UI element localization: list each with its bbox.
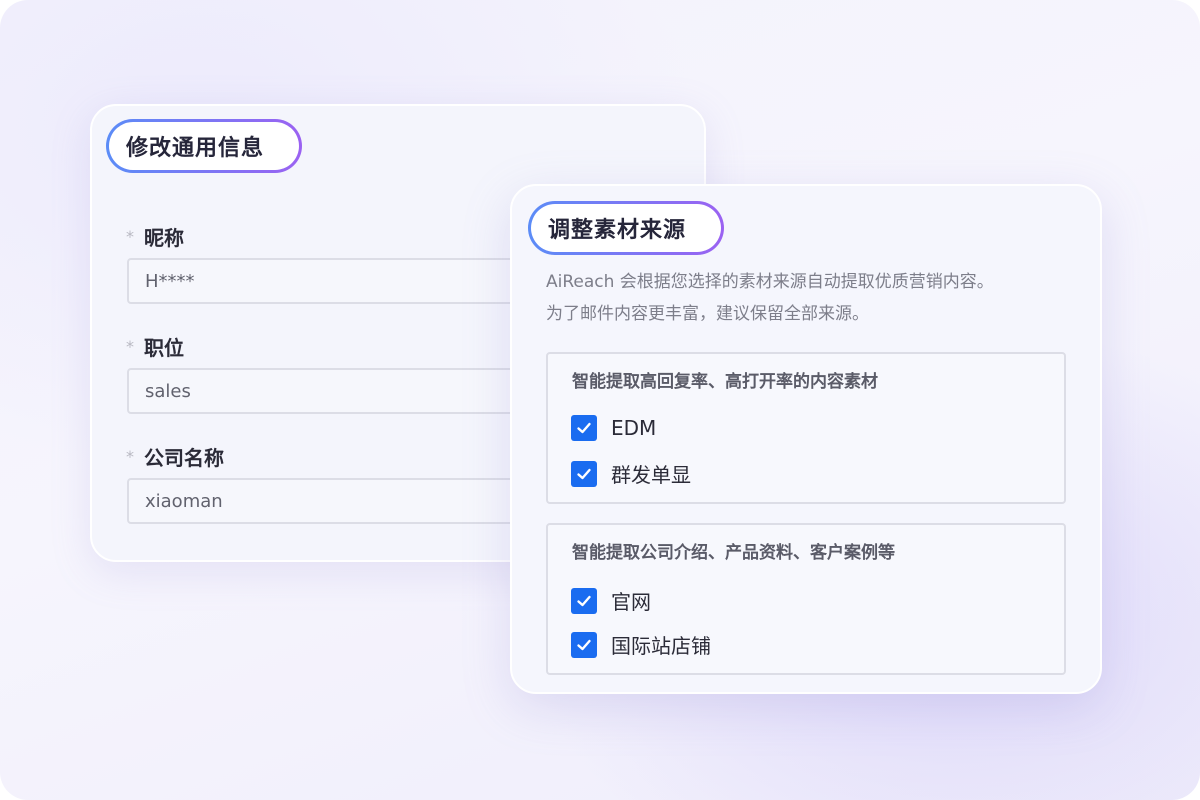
- checkbox-label: 官网: [611, 590, 651, 614]
- checkbox-checked-icon[interactable]: [571, 415, 597, 441]
- source-group-company: 智能提取公司介绍、产品资料、客户案例等 官网 国际站店铺: [546, 523, 1066, 675]
- company-name-label-text: 公司名称: [144, 446, 224, 470]
- required-mark: *: [126, 447, 134, 466]
- checkbox-edm[interactable]: EDM: [571, 415, 656, 441]
- source-group-title: 智能提取高回复率、高打开率的内容素材: [572, 372, 878, 392]
- source-group-title: 智能提取公司介绍、产品资料、客户案例等: [572, 543, 895, 563]
- nickname-input[interactable]: H****: [127, 258, 547, 304]
- nickname-label-text: 昵称: [144, 226, 184, 250]
- checkbox-label: 国际站店铺: [611, 634, 711, 658]
- checkbox-mass-send[interactable]: 群发单显: [571, 459, 691, 488]
- checkbox-checked-icon[interactable]: [571, 460, 597, 487]
- checkbox-official-site[interactable]: 官网: [571, 586, 651, 615]
- checkbox-label: EDM: [611, 416, 657, 440]
- required-mark: *: [126, 227, 134, 246]
- company-name-label: * 公司名称: [126, 442, 224, 471]
- description-line-2: 为了邮件内容更丰富，建议保留全部来源。: [546, 304, 869, 324]
- source-group-engagement: 智能提取高回复率、高打开率的内容素材 EDM 群发单显: [546, 352, 1066, 504]
- material-source-title: 调整素材来源: [528, 201, 724, 255]
- background: 修改通用信息 * 昵称 H**** * 职位 sales * 公司名称 xiao…: [0, 0, 1200, 800]
- position-label-text: 职位: [144, 336, 184, 360]
- general-info-title: 修改通用信息: [106, 119, 302, 173]
- checkbox-international-store[interactable]: 国际站店铺: [571, 630, 711, 659]
- description-line-1: AiReach 会根据您选择的素材来源自动提取优质营销内容。: [546, 272, 994, 292]
- position-label: * 职位: [126, 332, 184, 361]
- required-mark: *: [126, 337, 134, 356]
- position-input[interactable]: sales: [127, 368, 547, 414]
- checkbox-checked-icon[interactable]: [571, 631, 597, 658]
- company-name-input[interactable]: xiaoman: [127, 478, 547, 524]
- material-source-description: AiReach 会根据您选择的素材来源自动提取优质营销内容。 为了邮件内容更丰富…: [546, 266, 1086, 330]
- nickname-label: * 昵称: [126, 222, 184, 251]
- checkbox-label: 群发单显: [611, 463, 691, 487]
- checkbox-checked-icon[interactable]: [571, 587, 597, 614]
- material-source-card: 调整素材来源 AiReach 会根据您选择的素材来源自动提取优质营销内容。 为了…: [510, 184, 1102, 694]
